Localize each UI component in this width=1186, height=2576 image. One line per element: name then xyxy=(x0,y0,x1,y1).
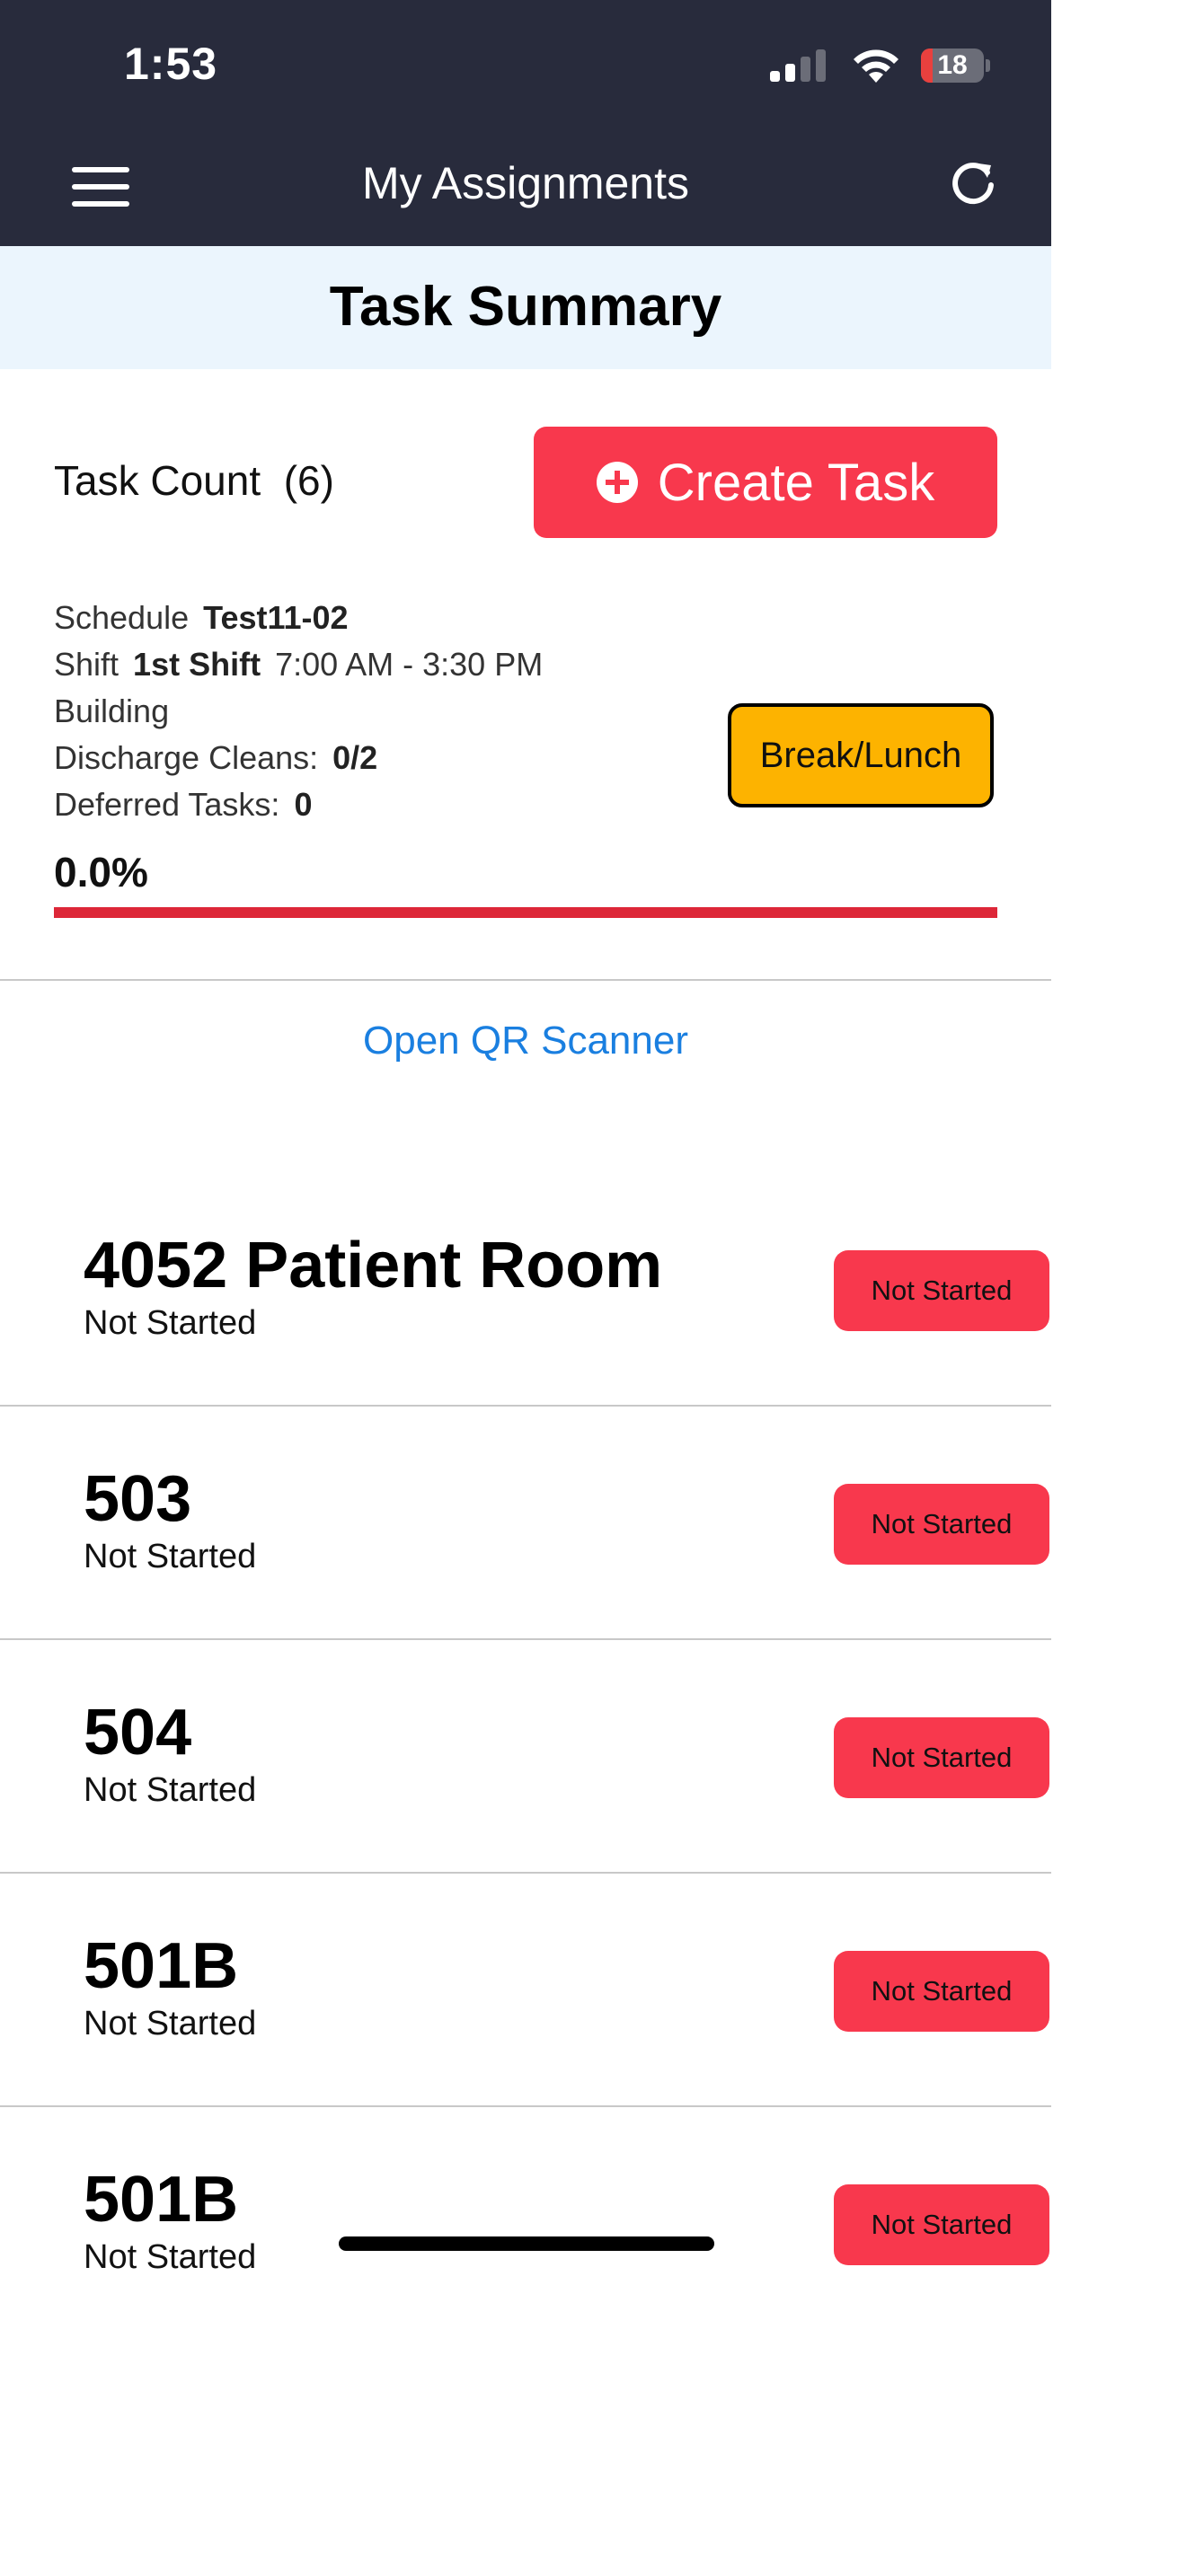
task-name: 504 xyxy=(84,1697,192,1769)
building-row: Building xyxy=(54,688,543,735)
wifi-icon xyxy=(854,49,898,83)
task-count: Task Count (6) xyxy=(54,456,334,505)
break-lunch-button[interactable]: Break/Lunch xyxy=(728,703,994,807)
deferred-tasks-row: Deferred Tasks: 0 xyxy=(54,781,543,828)
app-screen: 1:53 18 My Assignments Task Summary Task… xyxy=(0,0,1051,2576)
battery-level: 18 xyxy=(937,50,968,80)
schedule-row: Schedule Test11-02 xyxy=(54,595,543,641)
refresh-icon[interactable] xyxy=(948,158,998,208)
task-status-text: Not Started xyxy=(84,1538,257,1575)
task-count-value: (6) xyxy=(283,457,334,504)
task-row[interactable]: 4052 Patient Room Not Started Not Started xyxy=(0,1173,1051,1407)
task-row[interactable]: 501B Not Started Not Started xyxy=(0,1874,1051,2107)
task-list: 4052 Patient Room Not Started Not Started 5… xyxy=(0,1173,1051,2341)
task-status-badge[interactable]: Not Started xyxy=(834,1951,1049,2032)
task-name: 503 xyxy=(84,1463,192,1535)
status-icons: 18 xyxy=(768,47,991,84)
create-task-button[interactable]: Create Task xyxy=(534,427,997,538)
shift-details: Schedule Test11-02 Shift 1st Shift 7:00 AM … xyxy=(54,595,543,828)
task-status-text: Not Started xyxy=(84,2005,257,2042)
plus-circle-icon xyxy=(596,462,638,503)
battery-icon: 18 xyxy=(921,49,991,83)
task-name: 501B xyxy=(84,1930,239,2002)
task-row[interactable]: 503 Not Started Not Started xyxy=(0,1407,1051,1640)
task-row[interactable]: 504 Not Started Not Started xyxy=(0,1640,1051,1874)
task-name: 501B xyxy=(84,2164,239,2236)
task-summary-title: Task Summary xyxy=(329,276,722,338)
discharge-cleans-row: Discharge Cleans: 0/2 xyxy=(54,735,543,781)
task-status-badge[interactable]: Not Started xyxy=(834,2184,1049,2265)
page-title: My Assignments xyxy=(361,158,689,208)
deferred-tasks-label: Deferred Tasks: xyxy=(54,786,280,823)
building-label: Building xyxy=(54,693,170,729)
create-task-label: Create Task xyxy=(657,453,935,512)
task-name: 4052 Patient Room xyxy=(84,1230,663,1301)
progress-bar xyxy=(54,907,997,918)
task-summary-header: Task Summary xyxy=(0,246,1051,369)
discharge-cleans-value: 0/2 xyxy=(332,739,378,776)
home-indicator xyxy=(339,2236,714,2251)
top-bar: 1:53 18 My Assignments xyxy=(0,0,1051,246)
status-time: 1:53 xyxy=(124,39,218,89)
open-qr-scanner-link[interactable]: Open QR Scanner xyxy=(0,1019,1051,1063)
task-status-badge[interactable]: Not Started xyxy=(834,1250,1049,1331)
shift-row: Shift 1st Shift 7:00 AM - 3:30 PM xyxy=(54,641,543,688)
task-status-badge[interactable]: Not Started xyxy=(834,1717,1049,1798)
schedule-value: Test11-02 xyxy=(203,599,349,636)
shift-time: 7:00 AM - 3:30 PM xyxy=(275,646,544,683)
list-bottom-mask xyxy=(0,2271,1051,2576)
progress-percent: 0.0% xyxy=(54,849,148,895)
discharge-cleans-label: Discharge Cleans: xyxy=(54,739,319,776)
schedule-label: Schedule xyxy=(54,599,190,636)
divider xyxy=(0,979,1051,981)
cellular-signal-icon xyxy=(770,49,826,82)
task-count-label: Task Count xyxy=(54,457,261,504)
shift-label: Shift xyxy=(54,646,119,683)
task-status-badge[interactable]: Not Started xyxy=(834,1484,1049,1565)
shift-name: 1st Shift xyxy=(133,646,261,683)
deferred-tasks-value: 0 xyxy=(294,786,313,823)
task-status-text: Not Started xyxy=(84,1771,257,1809)
task-status-text: Not Started xyxy=(84,1304,257,1342)
